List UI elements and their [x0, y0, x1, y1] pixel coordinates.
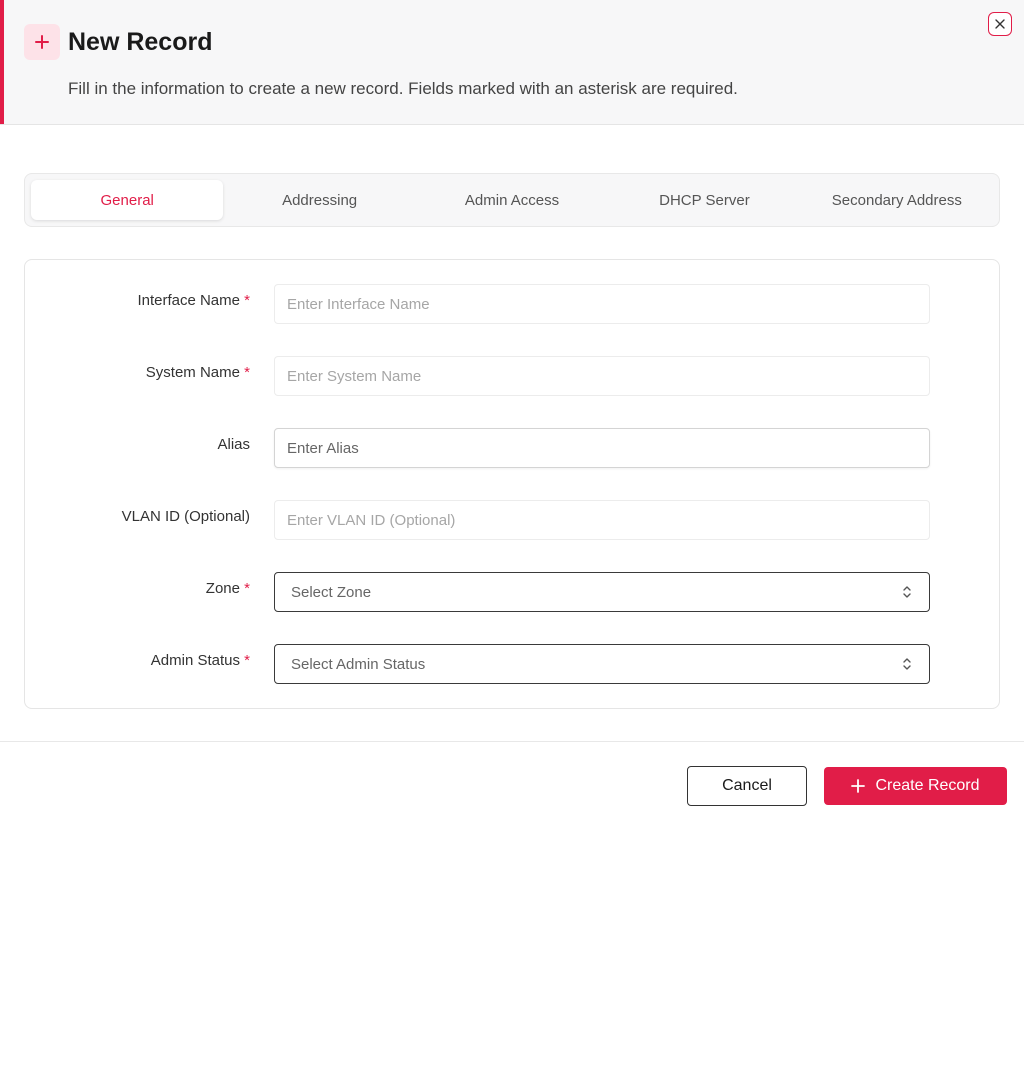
create-record-button[interactable]: Create Record [824, 767, 1007, 805]
required-mark: * [244, 364, 250, 381]
zone-select[interactable]: Select Zone [274, 572, 930, 612]
footer-divider [0, 741, 1024, 742]
field-row-interface-name: Interface Name * [25, 284, 1001, 324]
plus-icon [851, 779, 866, 793]
cancel-button[interactable]: Cancel [687, 766, 807, 806]
page-description: Fill in the information to create a new … [68, 79, 738, 98]
field-label: Alias [217, 436, 250, 453]
page-title: New Record [68, 28, 213, 56]
close-button[interactable] [988, 12, 1012, 36]
field-label: VLAN ID (Optional) [121, 508, 250, 525]
field-label: System Name * [145, 364, 250, 381]
admin-status-select-value: Select Admin Status [291, 655, 426, 673]
chevron-up-down-icon [903, 586, 911, 598]
tab-addressing[interactable]: Addressing [223, 180, 415, 220]
interface-name-input[interactable] [274, 284, 930, 324]
system-name-input[interactable] [274, 356, 930, 396]
field-label: Zone * [205, 580, 250, 597]
field-row-system-name: System Name * [25, 356, 1001, 396]
field-label: Interface Name * [137, 292, 250, 309]
plus-icon [24, 24, 60, 60]
tab-admin-access[interactable]: Admin Access [416, 180, 608, 220]
create-record-label: Create Record [875, 777, 980, 794]
tab-bar: General Addressing Admin Access DHCP Ser… [24, 173, 1000, 227]
tab-dhcp-server[interactable]: DHCP Server [608, 180, 800, 220]
admin-status-select[interactable]: Select Admin Status [274, 644, 930, 684]
tab-general[interactable]: General [31, 180, 224, 220]
form-card: Interface Name * System Name * Alias VLA… [24, 259, 1000, 709]
required-mark: * [244, 652, 250, 669]
zone-select-value: Select Zone [291, 583, 372, 601]
field-row-vlan-id: VLAN ID (Optional) [25, 500, 1001, 540]
header-accent-bar [0, 0, 4, 124]
field-row-alias: Alias [25, 428, 1001, 468]
tab-secondary-address[interactable]: Secondary Address [801, 180, 993, 220]
dialog-header: New Record Fill in the information to cr… [0, 0, 1024, 125]
alias-input[interactable] [274, 428, 930, 468]
vlan-id-input[interactable] [274, 500, 930, 540]
required-mark: * [244, 580, 250, 597]
field-row-admin-status: Admin Status * Select Admin Status [25, 644, 1001, 684]
field-row-zone: Zone * Select Zone [25, 572, 1001, 612]
field-label: Admin Status * [150, 652, 250, 669]
required-mark: * [244, 292, 250, 309]
close-icon [995, 19, 1005, 29]
chevron-up-down-icon [903, 658, 911, 670]
